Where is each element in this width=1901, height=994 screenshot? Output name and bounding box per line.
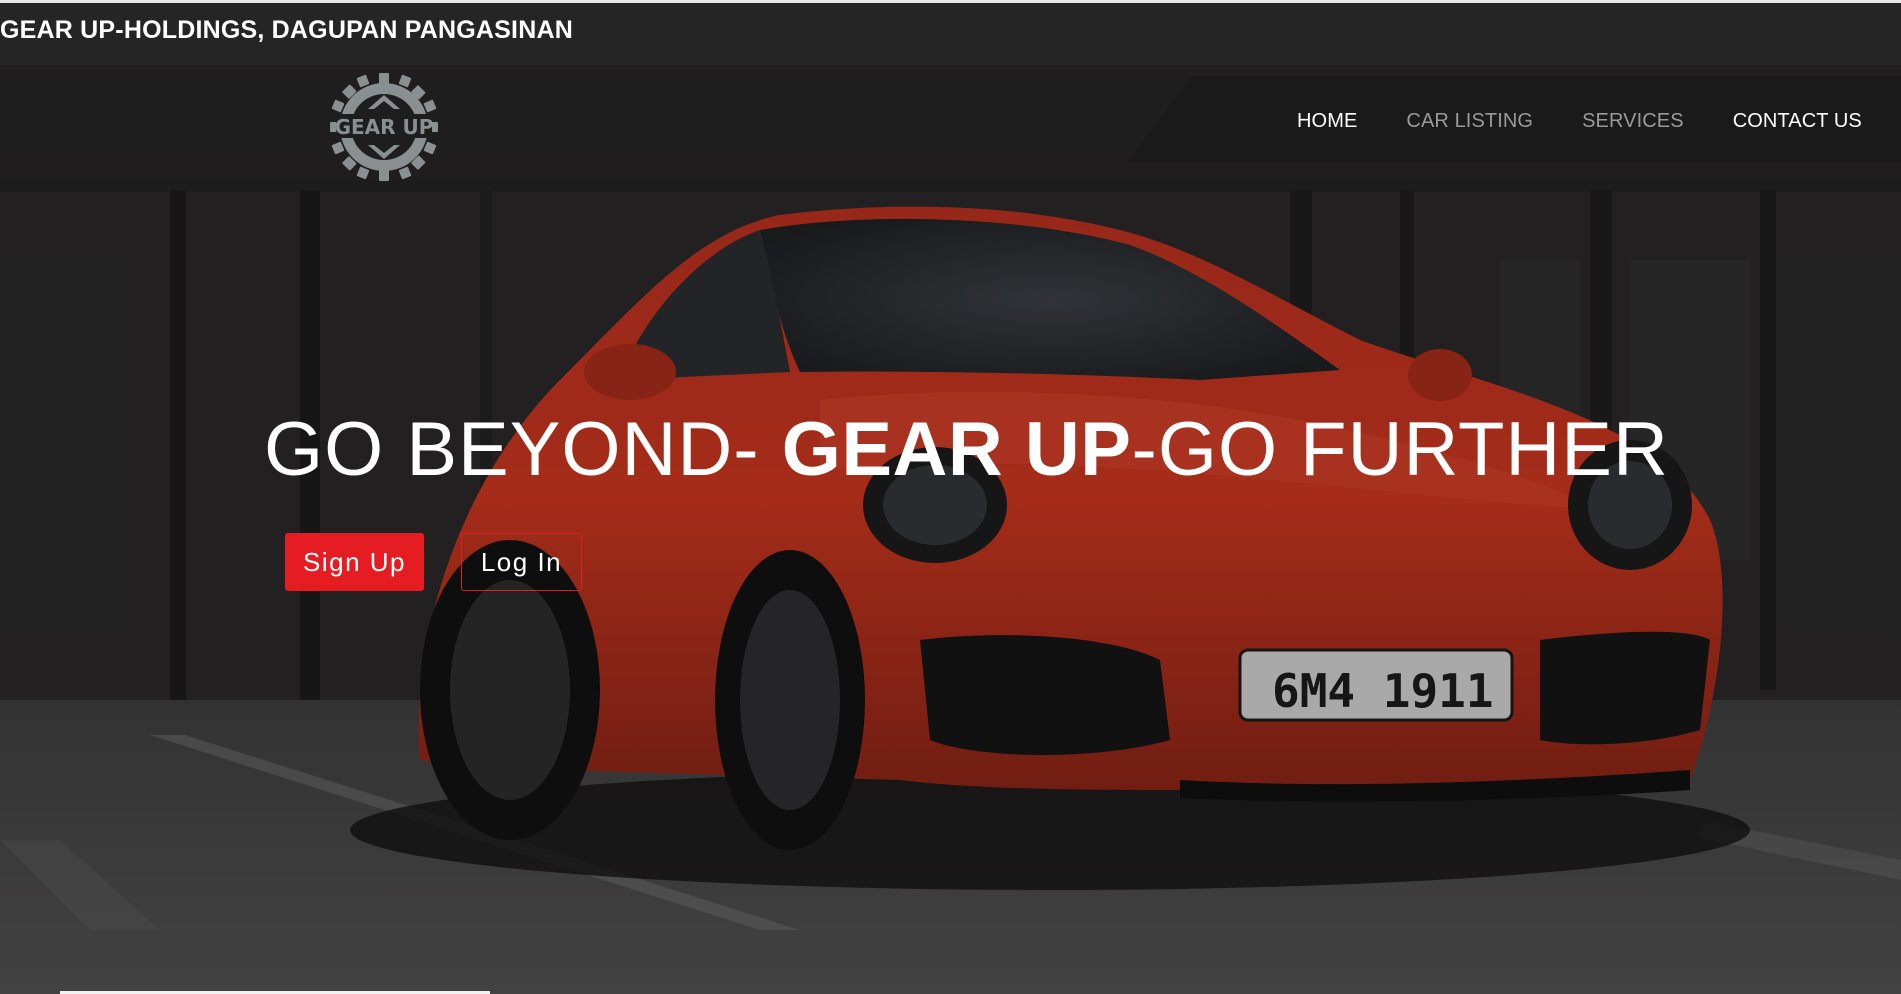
nav-services[interactable]: SERVICES — [1582, 110, 1684, 133]
nav-car-listing[interactable]: CAR LISTING — [1406, 110, 1533, 133]
headline-brand: GEAR UP — [781, 407, 1132, 492]
sign-up-button[interactable]: Sign Up — [285, 533, 424, 591]
gear-logo-icon[interactable]: GEAR UP — [330, 71, 438, 183]
company-title: GEAR UP-HOLDINGS, DAGUPAN PANGASINAN — [0, 16, 573, 44]
nav-contact-us[interactable]: CONTACT US — [1733, 110, 1862, 133]
nav-home[interactable]: HOME — [1297, 110, 1357, 133]
headline-part-2: -GO FURTHER — [1131, 407, 1669, 492]
main-nav: HOME CAR LISTING SERVICES CONTACT US — [1297, 110, 1862, 133]
headline-part-1: GO BEYOND- — [264, 407, 782, 492]
top-bar: GEAR UP-HOLDINGS, DAGUPAN PANGASINAN — [0, 3, 1901, 65]
page: 6M4 1911 GEAR UP-HOLDINGS, DAGUPAN PANGA… — [0, 0, 1901, 994]
log-in-button[interactable]: Log In — [461, 533, 582, 591]
hero-headline: GO BEYOND- GEAR UP-GO FURTHER — [264, 412, 1669, 488]
logo-text: GEAR UP — [335, 115, 434, 139]
